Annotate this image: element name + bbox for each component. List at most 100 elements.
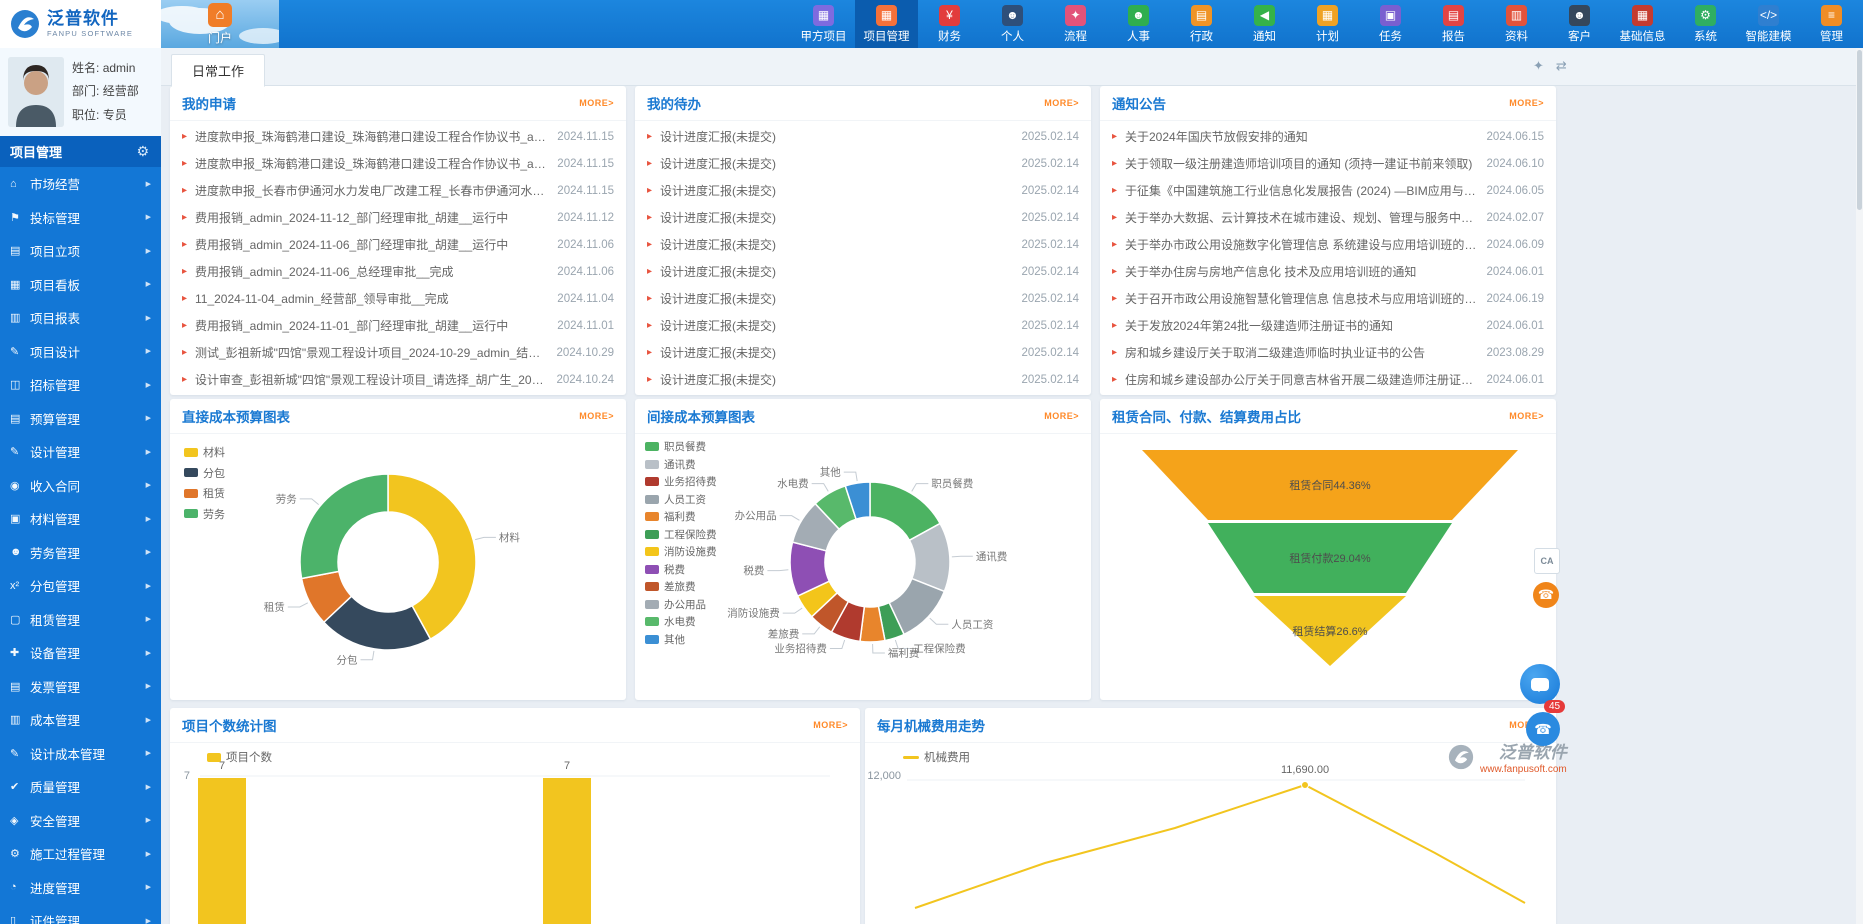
- list-item-link[interactable]: 关于领取一级注册建造师培训项目的通知 (须持一建证书前来领取): [1125, 155, 1476, 172]
- nav-item-任务[interactable]: ▣任务: [1359, 0, 1422, 48]
- data-point[interactable]: [1302, 782, 1309, 789]
- sidebar-item-安全管理[interactable]: ◈安全管理▶: [0, 804, 161, 838]
- list-item-link[interactable]: 关于举办住房与房地产信息化 技术及应用培训班的通知: [1125, 263, 1476, 280]
- legend-item-分包[interactable]: 分包: [184, 465, 225, 481]
- legend-item-工程保险费[interactable]: 工程保险费: [645, 527, 717, 542]
- list-item-link[interactable]: 设计进度汇报(未提交): [660, 236, 1011, 253]
- legend-item-租赁[interactable]: 租赁: [184, 485, 225, 501]
- bar[interactable]: [198, 778, 246, 924]
- list-item-link[interactable]: 费用报销_admin_2024-11-06_总经理审批__完成: [195, 263, 547, 280]
- donut-slice-劳务[interactable]: [300, 474, 388, 578]
- sidebar-item-质量管理[interactable]: ✔质量管理▶: [0, 770, 161, 804]
- nav-item-资料[interactable]: ▥资料: [1485, 0, 1548, 48]
- list-item-link[interactable]: 设计审查_彭祖新城"四馆"景观工程设计项目_请选择_胡广生_2024-10-2.…: [195, 371, 546, 388]
- sidebar-item-证件管理[interactable]: ▯证件管理▶: [0, 904, 161, 924]
- nav-item-计划[interactable]: ▦计划: [1296, 0, 1359, 48]
- list-item-link[interactable]: 关于举办大数据、云计算技术在城市建设、规划、管理与服务中的应用培训班...: [1125, 209, 1476, 226]
- legend-item-业务招待费[interactable]: 业务招待费: [645, 474, 717, 489]
- list-item-link[interactable]: 费用报销_admin_2024-11-12_部门经理审批_胡建__运行中: [195, 209, 547, 226]
- nav-item-基础信息[interactable]: ▦基础信息: [1611, 0, 1674, 48]
- list-item-link[interactable]: 11_2024-11-04_admin_经营部_领导审批__完成: [195, 290, 547, 307]
- list-item-link[interactable]: 进度款申报_长春市伊通河水力发电厂改建工程_长春市伊通河水力发电...: [195, 182, 547, 199]
- sidebar-item-项目立项[interactable]: ▤项目立项▶: [0, 234, 161, 268]
- list-item-link[interactable]: 设计进度汇报(未提交): [660, 290, 1011, 307]
- scrollbar-thumb[interactable]: [1857, 50, 1862, 210]
- sidebar-item-进度管理[interactable]: ◔进度管理▶: [0, 871, 161, 905]
- collapse-icon[interactable]: ⇄: [1556, 58, 1567, 74]
- contact-button[interactable]: ☎: [1526, 712, 1560, 746]
- list-item-link[interactable]: 测试_彭祖新城"四馆"景观工程设计项目_2024-10-29_admin_结束_…: [195, 344, 546, 361]
- list-item-link[interactable]: 住房和城乡建设部办公厅关于同意吉林省开展二级建造师注册证书电子化试点...: [1125, 371, 1476, 388]
- list-item-link[interactable]: 设计进度汇报(未提交): [660, 371, 1011, 388]
- more-button[interactable]: MORE>: [1044, 98, 1079, 108]
- legend-item-其他[interactable]: 其他: [645, 632, 717, 647]
- list-item-link[interactable]: 设计进度汇报(未提交): [660, 263, 1011, 280]
- sidebar-item-设备管理[interactable]: ✚设备管理▶: [0, 636, 161, 670]
- sidebar-item-项目看板[interactable]: ▦项目看板▶: [0, 268, 161, 302]
- list-item-link[interactable]: 设计进度汇报(未提交): [660, 209, 1011, 226]
- sidebar-item-投标管理[interactable]: ⚑投标管理▶: [0, 201, 161, 235]
- nav-item-个人[interactable]: ☻个人: [981, 0, 1044, 48]
- list-item-link[interactable]: 关于举办市政公用设施数字化管理信息 系统建设与应用培训班的通知: [1125, 236, 1476, 253]
- nav-item-甲方项目[interactable]: ▦甲方项目: [792, 0, 855, 48]
- more-button[interactable]: MORE>: [1509, 411, 1544, 421]
- sidebar-item-招标管理[interactable]: ◫招标管理▶: [0, 368, 161, 402]
- nav-item-客户[interactable]: ☻客户: [1548, 0, 1611, 48]
- list-item-link[interactable]: 房和城乡建设厅关于取消二级建造师临时执业证书的公告: [1125, 344, 1476, 361]
- logo[interactable]: 泛普软件 FANPU SOFTWARE: [0, 0, 161, 48]
- list-item-link[interactable]: 设计进度汇报(未提交): [660, 317, 1011, 334]
- list-item-link[interactable]: 关于发放2024年第24批一级建造师注册证书的通知: [1125, 317, 1476, 334]
- legend-item-办公用品[interactable]: 办公用品: [645, 597, 717, 612]
- bar[interactable]: [543, 778, 591, 924]
- legend-item-劳务[interactable]: 劳务: [184, 506, 225, 522]
- sidebar-item-收入合同[interactable]: ◉收入合同▶: [0, 469, 161, 503]
- legend-item-消防设施费[interactable]: 消防设施费: [645, 544, 717, 559]
- list-item-link[interactable]: 关于2024年国庆节放假安排的通知: [1125, 128, 1476, 145]
- nav-item-流程[interactable]: ✦流程: [1044, 0, 1107, 48]
- sidebar-item-项目报表[interactable]: ▥项目报表▶: [0, 301, 161, 335]
- nav-item-项目管理[interactable]: ▦项目管理: [855, 0, 918, 48]
- machine-cost-legend[interactable]: 机械费用: [903, 749, 970, 765]
- sidebar-item-成本管理[interactable]: ▥成本管理▶: [0, 703, 161, 737]
- nav-item-通知[interactable]: ◀通知: [1233, 0, 1296, 48]
- list-item-link[interactable]: 费用报销_admin_2024-11-06_部门经理审批_胡建__运行中: [195, 236, 547, 253]
- nav-item-智能建模[interactable]: </>智能建模: [1737, 0, 1800, 48]
- tab-daily-work[interactable]: 日常工作: [171, 54, 265, 87]
- sidebar-item-市场经营[interactable]: ⌂市场经营▶: [0, 167, 161, 201]
- list-item-link[interactable]: 设计进度汇报(未提交): [660, 182, 1011, 199]
- nav-item-管理[interactable]: ≡管理: [1800, 0, 1863, 48]
- sidebar-item-施工过程管理[interactable]: ⚙施工过程管理▶: [0, 837, 161, 871]
- list-item-link[interactable]: 进度款申报_珠海鹤港口建设_珠海鹤港口建设工程合作协议书_admin_...: [195, 128, 547, 145]
- legend-item-税费[interactable]: 税费: [645, 562, 717, 577]
- nav-item-财务[interactable]: ¥财务: [918, 0, 981, 48]
- legend-item-福利费[interactable]: 福利费: [645, 509, 717, 524]
- nav-item-行政[interactable]: ▤行政: [1170, 0, 1233, 48]
- list-item-link[interactable]: 于征集《中国建筑施工行业信息化发展报告 (2024) —BIM应用与发展》材料.…: [1125, 182, 1476, 199]
- legend-item-差旅费[interactable]: 差旅费: [645, 579, 717, 594]
- ca-badge[interactable]: CA: [1534, 548, 1560, 574]
- sidebar-item-租赁管理[interactable]: ▢租赁管理▶: [0, 603, 161, 637]
- sidebar-item-预算管理[interactable]: ▤预算管理▶: [0, 402, 161, 436]
- list-item-link[interactable]: 设计进度汇报(未提交): [660, 155, 1011, 172]
- sidebar-section-header[interactable]: 项目管理 ⚙: [0, 136, 161, 167]
- sidebar-item-设计管理[interactable]: ✎设计管理▶: [0, 435, 161, 469]
- sidebar-item-劳务管理[interactable]: ☻劳务管理▶: [0, 536, 161, 570]
- nav-item-人事[interactable]: ☻人事: [1107, 0, 1170, 48]
- list-item-link[interactable]: 费用报销_admin_2024-11-01_部门经理审批_胡建__运行中: [195, 317, 547, 334]
- more-button[interactable]: MORE>: [1044, 411, 1079, 421]
- legend-item-通讯费[interactable]: 通讯费: [645, 457, 717, 472]
- sidebar-item-分包管理[interactable]: x²分包管理▶: [0, 569, 161, 603]
- legend-item-水电费[interactable]: 水电费: [645, 614, 717, 629]
- legend-item-人员工资[interactable]: 人员工资: [645, 492, 717, 507]
- list-item-link[interactable]: 进度款申报_珠海鹤港口建设_珠海鹤港口建设工程合作协议书_admin_...: [195, 155, 547, 172]
- list-item-link[interactable]: 关于召开市政公用设施智慧化管理信息 信息技术与应用培训班的通知: [1125, 290, 1476, 307]
- more-button[interactable]: MORE>: [813, 720, 848, 730]
- vertical-scrollbar[interactable]: [1856, 48, 1863, 924]
- nav-item-系统[interactable]: ⚙系统: [1674, 0, 1737, 48]
- more-button[interactable]: MORE>: [579, 98, 614, 108]
- legend-item-职员餐费[interactable]: 职员餐费: [645, 439, 717, 454]
- sidebar-item-项目设计[interactable]: ✎项目设计▶: [0, 335, 161, 369]
- sidebar-item-发票管理[interactable]: ▤发票管理▶: [0, 670, 161, 704]
- nav-item-报告[interactable]: ▤报告: [1422, 0, 1485, 48]
- project-count-legend[interactable]: 项目个数: [207, 749, 272, 765]
